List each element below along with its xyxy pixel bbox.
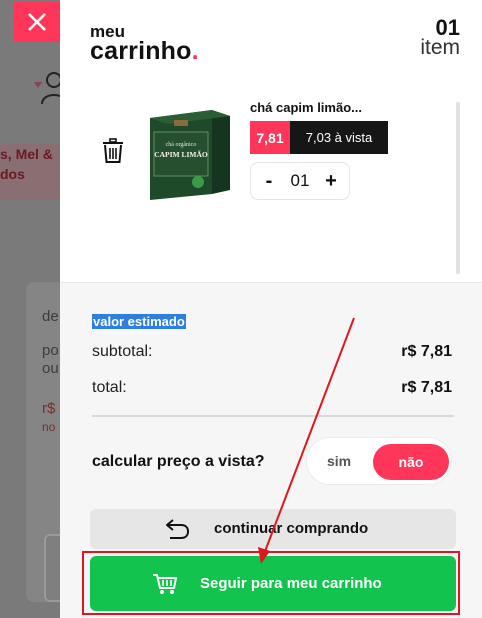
trash-icon [103,138,123,163]
cart-drawer: meu carrinho. 01 item chá orgânico CAPIM… [60,0,482,618]
item-list-scrollbar[interactable] [456,102,460,274]
background-promo-line1: s, Mel & [0,146,53,162]
cart-title-dot: . [191,37,199,65]
background-text: po [42,342,59,359]
background-text: no [42,420,56,434]
cart-title: carrinho. [90,37,199,66]
total-label: total: [92,379,127,396]
item-count-label: item [420,36,460,59]
subtotal-value: r$ 7,81 [401,343,452,360]
undo-arrow-icon [164,518,190,545]
toggle-yes-option[interactable]: sim [327,453,351,469]
cart-item: chá orgânico CAPIM LIMÃO chá capim limão… [60,80,482,280]
total-value: r$ 7,81 [401,379,452,396]
quantity-stepper: - 01 + [250,162,350,200]
background-price: r$ [42,400,56,417]
continue-shopping-label: continuar comprando [214,520,369,537]
quantity-decrease-button[interactable]: - [261,170,277,193]
cart-title-text: carrinho [90,37,192,65]
product-cash-price: 7,03 à vista [290,121,388,154]
close-button[interactable] [14,2,60,42]
subtotal-label: subtotal: [92,343,153,360]
background-text: de [42,308,59,325]
quantity-increase-button[interactable]: + [323,170,339,193]
close-icon [28,13,46,31]
product-name[interactable]: chá capim limão... [250,100,362,115]
cart-summary: valor estimado subtotal: r$ 7,81 total: … [60,282,482,618]
product-image-line1: chá orgânico [166,142,197,148]
cart-header: meu carrinho. 01 item [60,0,482,80]
estimated-value-label: valor estimado [92,314,186,329]
product-image[interactable]: chá orgânico CAPIM LIMÃO [146,102,232,202]
price-row: 7,81 7,03 à vista [250,121,388,154]
product-image-line2: CAPIM LIMÃO [154,150,208,159]
background-promo-line2: dos [0,166,25,182]
cash-price-question: calcular preço a vista? [92,453,265,470]
summary-divider [92,415,454,417]
background-text: ou [42,360,59,377]
background-promo: s, Mel & dos [0,144,60,200]
cash-price-toggle: sim não [306,437,452,485]
checkout-button[interactable]: Seguir para meu carrinho [90,556,456,611]
continue-shopping-button[interactable]: continuar comprando [90,509,456,549]
quantity-value[interactable]: 01 [291,171,310,191]
product-price: 7,81 [250,121,290,154]
checkout-label: Seguir para meu carrinho [200,575,382,592]
toggle-no-option[interactable]: não [373,444,449,480]
cart-icon [152,573,178,600]
remove-item-button[interactable] [102,138,124,169]
